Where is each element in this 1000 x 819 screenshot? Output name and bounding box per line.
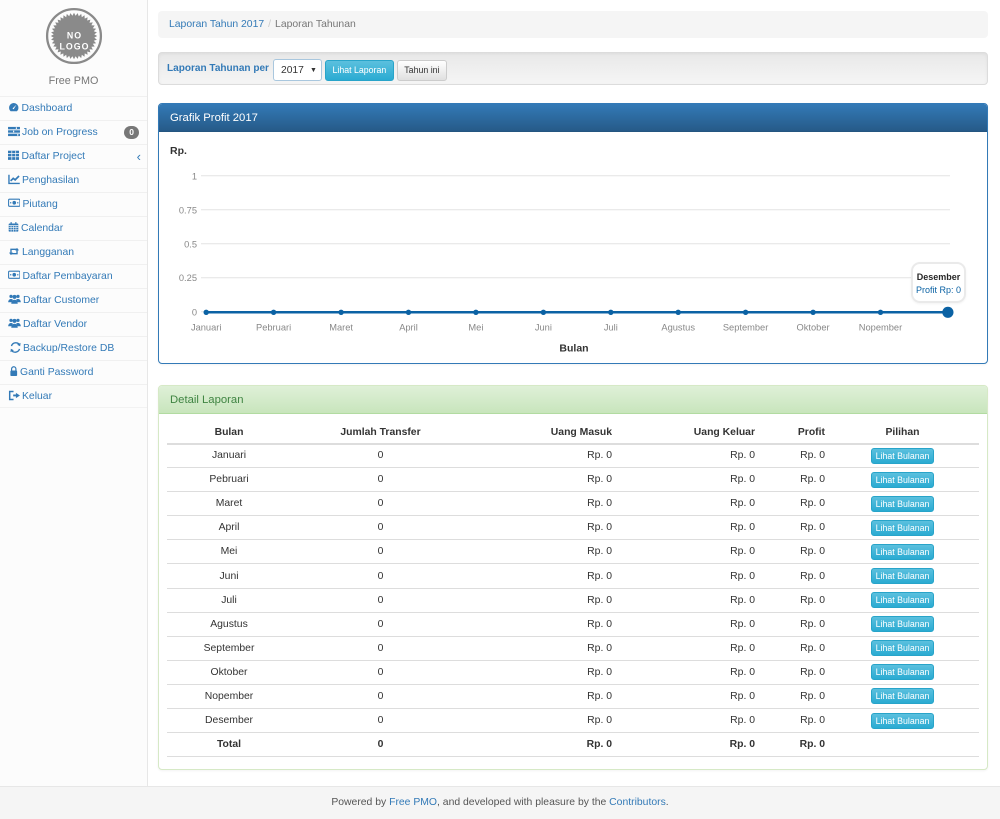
svg-text:0.75: 0.75: [179, 205, 197, 215]
svg-text:April: April: [399, 323, 418, 333]
svg-text:Juli: Juli: [604, 323, 618, 333]
svg-text:Januari: Januari: [191, 323, 222, 333]
svg-text:Oktober: Oktober: [797, 323, 830, 333]
svg-text:Agustus: Agustus: [661, 323, 695, 333]
svg-text:0: 0: [192, 307, 197, 317]
svg-text:0.25: 0.25: [179, 273, 197, 283]
svg-text:0.5: 0.5: [184, 239, 197, 249]
svg-text:1: 1: [192, 171, 197, 181]
svg-text:Pebruari: Pebruari: [256, 323, 291, 333]
svg-text:Nopember: Nopember: [859, 323, 902, 333]
svg-text:Mei: Mei: [468, 323, 483, 333]
svg-text:LOGO: LOGO: [59, 42, 89, 52]
svg-text:Bulan: Bulan: [559, 343, 588, 355]
svg-text:September: September: [723, 323, 768, 333]
svg-text:Maret: Maret: [329, 323, 353, 333]
svg-text:NO: NO: [66, 30, 81, 40]
svg-text:Rp.: Rp.: [170, 145, 187, 157]
svg-text:Juni: Juni: [535, 323, 552, 333]
